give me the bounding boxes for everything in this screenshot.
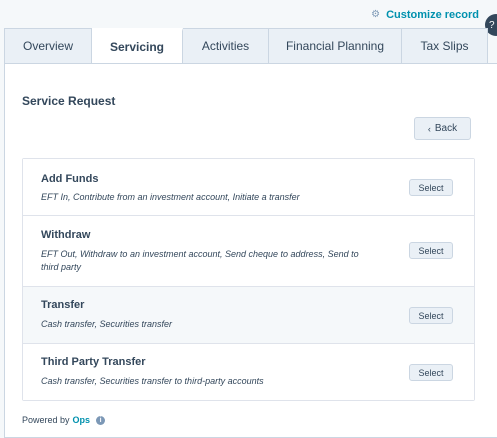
select-withdraw-button[interactable]: Select: [409, 242, 453, 259]
tab-label: Servicing: [109, 40, 165, 54]
powered-by-label: Powered by: [22, 415, 70, 425]
servicing-panel: Service Request ‹ Back Add Funds EFT In,…: [4, 63, 497, 438]
service-item-add-funds: Add Funds EFT In, Contribute from an inv…: [23, 159, 474, 216]
tab-label: Activities: [201, 39, 250, 53]
back-label: Back: [434, 123, 458, 134]
select-transfer-button[interactable]: Select: [409, 307, 453, 324]
service-item-description: Cash transfer, Securities transfer to th…: [41, 376, 264, 386]
service-item-title: Third Party Transfer: [41, 356, 146, 368]
customize-record-link[interactable]: ⚙ Customize record: [371, 9, 479, 21]
chevron-left-icon: ‹: [427, 123, 431, 134]
section-title: Service Request: [22, 94, 116, 108]
powered-by: Powered by Ops i: [22, 415, 106, 425]
tab-servicing[interactable]: Servicing: [92, 28, 183, 64]
gear-icon: ⚙: [371, 9, 381, 20]
service-request-list: Add Funds EFT In, Contribute from an inv…: [22, 158, 475, 401]
record-tabs: Overview Servicing Activities Financial …: [4, 28, 497, 64]
service-item-withdraw: Withdraw EFT Out, Withdraw to an investm…: [23, 216, 474, 287]
service-item-transfer: Transfer Cash transfer, Securities trans…: [23, 287, 474, 344]
tab-label: Overview: [22, 39, 73, 53]
select-add-funds-button[interactable]: Select: [409, 179, 453, 196]
service-item-description: Cash transfer, Securities transfer: [41, 319, 173, 329]
tab-activities[interactable]: Activities: [183, 28, 269, 64]
service-item-third-party-transfer: Third Party Transfer Cash transfer, Secu…: [23, 344, 474, 400]
service-item-title: Add Funds: [41, 173, 99, 185]
tab-tax-slips[interactable]: Tax Slips: [402, 28, 488, 64]
tab-financial-planning[interactable]: Financial Planning: [269, 28, 402, 64]
tab-label: Financial Planning: [285, 39, 385, 53]
service-item-title: Withdraw: [41, 229, 91, 241]
tab-label: Tax Slips: [420, 39, 469, 53]
tab-overview[interactable]: Overview: [4, 28, 92, 64]
select-third-party-transfer-button[interactable]: Select: [409, 364, 453, 381]
service-item-description: EFT In, Contribute from an investment ac…: [41, 192, 300, 202]
back-button[interactable]: ‹ Back: [414, 117, 471, 140]
service-item-description: EFT Out, Withdraw to an investment accou…: [41, 249, 359, 272]
record-header: ⚙ Customize record ?: [0, 0, 497, 36]
service-item-title: Transfer: [41, 299, 85, 311]
brand-link[interactable]: Ops: [73, 415, 91, 425]
customize-record-label: Customize record: [386, 9, 479, 21]
info-icon[interactable]: i: [96, 415, 106, 425]
